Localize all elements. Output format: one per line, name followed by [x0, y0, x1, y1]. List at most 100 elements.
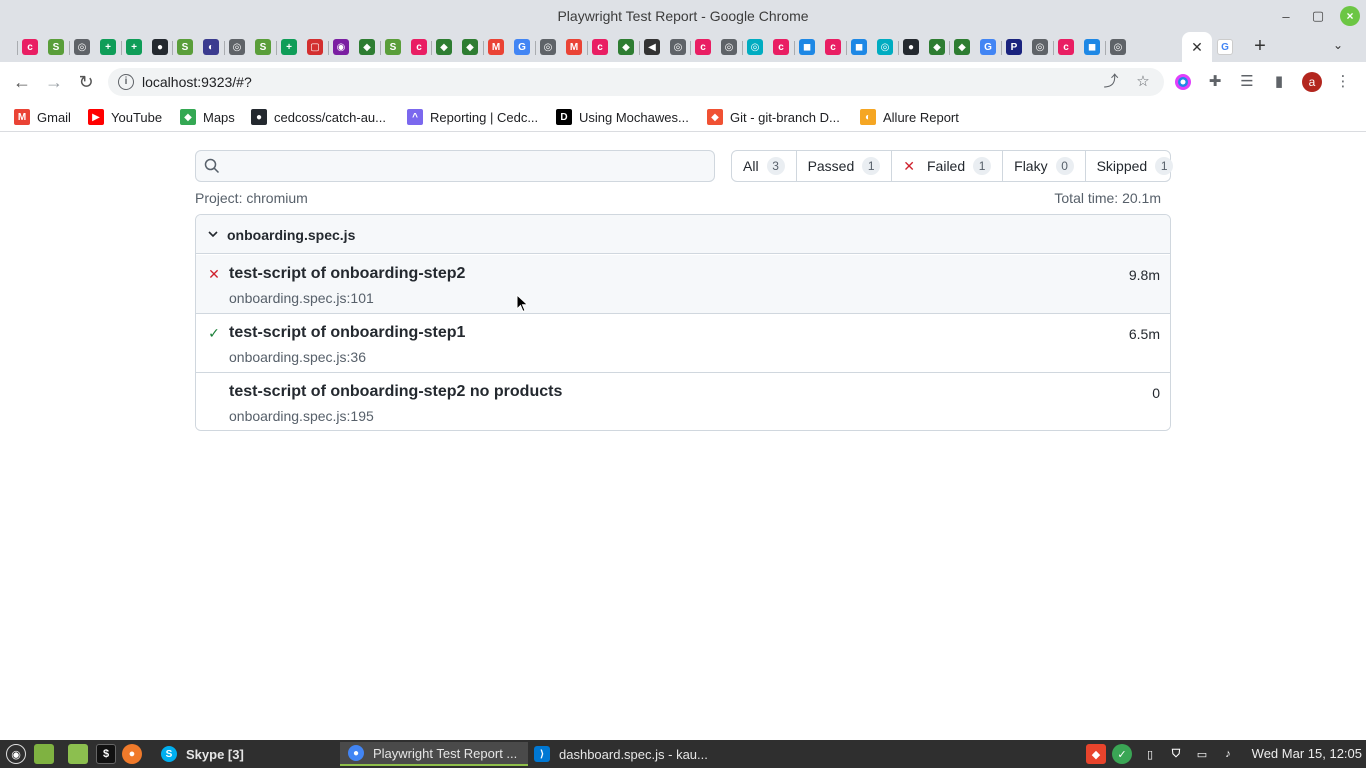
- globe-icon[interactable]: ◎: [670, 39, 686, 55]
- extension-color-icon[interactable]: [1174, 73, 1192, 91]
- globe-icon[interactable]: ◎: [1110, 39, 1126, 55]
- firefox-icon[interactable]: ●: [122, 744, 142, 764]
- tab-google-icon[interactable]: G: [1217, 39, 1233, 55]
- shopify-icon[interactable]: S: [177, 39, 193, 55]
- bookmark-star-icon[interactable]: ☆: [1134, 73, 1152, 91]
- address-bar[interactable]: i localhost:9323/#? ⤴ ☆: [108, 68, 1164, 96]
- update-tray-icon[interactable]: ✓: [1112, 744, 1132, 764]
- filter-all[interactable]: All 3: [732, 151, 797, 181]
- bookmark-item[interactable]: ▶ YouTube: [88, 108, 162, 126]
- github-icon[interactable]: ●: [152, 39, 168, 55]
- test-title[interactable]: test-script of onboarding-step1: [229, 324, 465, 342]
- bookmark-item[interactable]: ^ Reporting | Cedc...: [407, 108, 538, 126]
- minimize-button[interactable]: –: [1276, 6, 1296, 26]
- app-icon[interactable]: ◆: [929, 39, 945, 55]
- google-icon[interactable]: G: [980, 39, 996, 55]
- chevron-down-icon[interactable]: [206, 227, 220, 241]
- shopify-icon[interactable]: S: [385, 39, 401, 55]
- app-icon[interactable]: ▢: [307, 39, 323, 55]
- share-icon[interactable]: ⤴: [1102, 73, 1120, 91]
- filter-failed[interactable]: ✕ Failed 1: [892, 151, 1004, 181]
- close-tab-icon[interactable]: ✕: [1191, 39, 1203, 56]
- shopify-icon[interactable]: S: [255, 39, 271, 55]
- app-icon[interactable]: ◆: [618, 39, 634, 55]
- gmail-icon[interactable]: M: [566, 39, 582, 55]
- clickup-icon[interactable]: c: [825, 39, 841, 55]
- github-icon[interactable]: ●: [903, 39, 919, 55]
- forward-button[interactable]: →: [42, 70, 66, 94]
- system-clock[interactable]: Wed Mar 15, 12:05: [1252, 746, 1362, 761]
- test-title[interactable]: test-script of onboarding-step2: [229, 265, 465, 283]
- bookmark-item[interactable]: ◆ Git - git-branch D...: [707, 108, 840, 126]
- volume-tray-icon[interactable]: ♪: [1218, 744, 1238, 764]
- speaker-icon[interactable]: ◀: [644, 39, 660, 55]
- shield-tray-icon[interactable]: ⛉: [1166, 744, 1186, 764]
- app-icon[interactable]: ◎: [747, 39, 763, 55]
- gmail-icon[interactable]: M: [488, 39, 504, 55]
- app-icon[interactable]: P: [1006, 39, 1022, 55]
- site-info-icon[interactable]: i: [118, 74, 134, 90]
- test-row[interactable]: ✕ test-script of onboarding-step2 onboar…: [196, 255, 1170, 314]
- app-icon[interactable]: ◐: [203, 39, 219, 55]
- meet-icon[interactable]: ◼: [799, 39, 815, 55]
- clickup-icon[interactable]: c: [695, 39, 711, 55]
- sheets-icon[interactable]: +: [281, 39, 297, 55]
- suite-header[interactable]: onboarding.spec.js: [196, 215, 1170, 254]
- terminal-icon[interactable]: $: [96, 744, 116, 764]
- taskbar-window-skype[interactable]: S Skype [3]: [153, 742, 337, 766]
- globe-icon[interactable]: ◎: [229, 39, 245, 55]
- new-tab-button[interactable]: +: [1250, 34, 1270, 58]
- media-control-icon[interactable]: ☰: [1238, 73, 1256, 91]
- filter-skipped[interactable]: Skipped 1: [1086, 151, 1185, 181]
- globe-icon[interactable]: ◎: [74, 39, 90, 55]
- taskbar-window-chrome[interactable]: ● Playwright Test Report ...: [340, 742, 528, 766]
- test-row[interactable]: test-script of onboarding-step2 no produ…: [196, 373, 1170, 430]
- clickup-icon[interactable]: c: [22, 39, 38, 55]
- bookmark-item[interactable]: D Using Mochawes...: [556, 108, 689, 126]
- filter-flaky[interactable]: Flaky 0: [1003, 151, 1086, 181]
- clickup-icon[interactable]: c: [1058, 39, 1074, 55]
- search-input[interactable]: [226, 155, 706, 177]
- profile-avatar[interactable]: a: [1302, 72, 1322, 92]
- file-manager-icon[interactable]: [68, 744, 88, 764]
- test-title[interactable]: test-script of onboarding-step2 no produ…: [229, 383, 562, 401]
- app-icon[interactable]: ◆: [462, 39, 478, 55]
- show-desktop-icon[interactable]: [34, 744, 54, 764]
- tab-search-button[interactable]: ⌄: [1329, 38, 1347, 56]
- reload-button[interactable]: ↻: [74, 70, 98, 94]
- maximize-button[interactable]: ▢: [1308, 6, 1328, 26]
- sheets-icon[interactable]: +: [126, 39, 142, 55]
- meet-icon[interactable]: ◼: [851, 39, 867, 55]
- extensions-puzzle-icon[interactable]: ✚: [1206, 73, 1224, 91]
- app-icon[interactable]: ◆: [954, 39, 970, 55]
- active-tab[interactable]: ✕: [1182, 32, 1212, 62]
- bookmark-item[interactable]: M Gmail: [14, 108, 71, 126]
- start-menu-icon[interactable]: ◉: [6, 744, 26, 764]
- test-row[interactable]: ✓ test-script of onboarding-step1 onboar…: [196, 314, 1170, 373]
- globe-icon[interactable]: ◎: [1032, 39, 1048, 55]
- anydesk-tray-icon[interactable]: ◆: [1086, 744, 1106, 764]
- bookmark-item[interactable]: ◆ Maps: [180, 108, 235, 126]
- clickup-icon[interactable]: c: [592, 39, 608, 55]
- clipboard-tray-icon[interactable]: ▯: [1140, 744, 1160, 764]
- side-panel-icon[interactable]: ▮: [1270, 73, 1288, 91]
- shopify-icon[interactable]: S: [48, 39, 64, 55]
- clickup-icon[interactable]: c: [773, 39, 789, 55]
- bookmark-item[interactable]: ◐ Allure Report: [860, 108, 959, 126]
- filter-passed[interactable]: Passed 1: [797, 151, 893, 181]
- menu-kebab-icon[interactable]: ⋮: [1334, 73, 1352, 91]
- sheets-icon[interactable]: +: [100, 39, 116, 55]
- display-tray-icon[interactable]: ▭: [1192, 744, 1212, 764]
- bookmark-item[interactable]: ● cedcoss/catch-au...: [251, 108, 386, 126]
- url-text[interactable]: localhost:9323/#?: [142, 74, 252, 90]
- app-icon[interactable]: ◎: [877, 39, 893, 55]
- app-icon[interactable]: ◉: [333, 39, 349, 55]
- back-button[interactable]: ←: [10, 70, 34, 94]
- google-icon[interactable]: G: [514, 39, 530, 55]
- globe-icon[interactable]: ◎: [540, 39, 556, 55]
- taskbar-window-vscode[interactable]: ⟩ dashboard.spec.js - kau...: [526, 742, 716, 766]
- app-icon[interactable]: ◆: [436, 39, 452, 55]
- clickup-icon[interactable]: c: [411, 39, 427, 55]
- close-window-button[interactable]: ×: [1340, 6, 1360, 26]
- meet-icon[interactable]: ◼: [1084, 39, 1100, 55]
